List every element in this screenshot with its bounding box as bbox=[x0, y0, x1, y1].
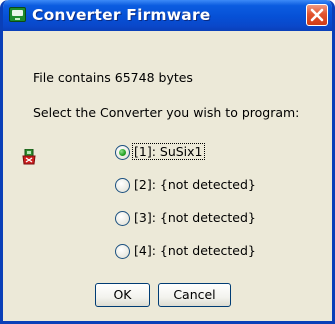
radio-option-2[interactable] bbox=[115, 178, 130, 193]
cancel-button[interactable]: Cancel bbox=[158, 283, 231, 307]
title-bar[interactable]: Converter Firmware bbox=[3, 0, 332, 31]
file-size-info: File contains 65748 bytes bbox=[33, 70, 193, 85]
ok-button[interactable]: OK bbox=[95, 283, 150, 307]
converter-firmware-dialog: Converter Firmware File contains 65748 b… bbox=[0, 0, 335, 324]
radio-option-3[interactable] bbox=[115, 211, 130, 226]
radio-option-1[interactable] bbox=[115, 145, 130, 160]
radio-option-4[interactable] bbox=[115, 244, 130, 259]
option-1-label[interactable]: [1]: SuSix1 bbox=[132, 143, 205, 160]
close-icon bbox=[310, 8, 324, 22]
select-prompt: Select the Converter you wish to program… bbox=[33, 105, 300, 120]
window-title: Converter Firmware bbox=[32, 6, 211, 24]
close-button[interactable] bbox=[306, 4, 328, 26]
chip-icon bbox=[22, 149, 36, 165]
converter-app-icon bbox=[9, 7, 26, 22]
option-3-label[interactable]: [3]: {not detected} bbox=[133, 210, 257, 225]
option-4-label[interactable]: [4]: {not detected} bbox=[133, 243, 257, 258]
option-2-label[interactable]: [2]: {not detected} bbox=[133, 177, 257, 192]
